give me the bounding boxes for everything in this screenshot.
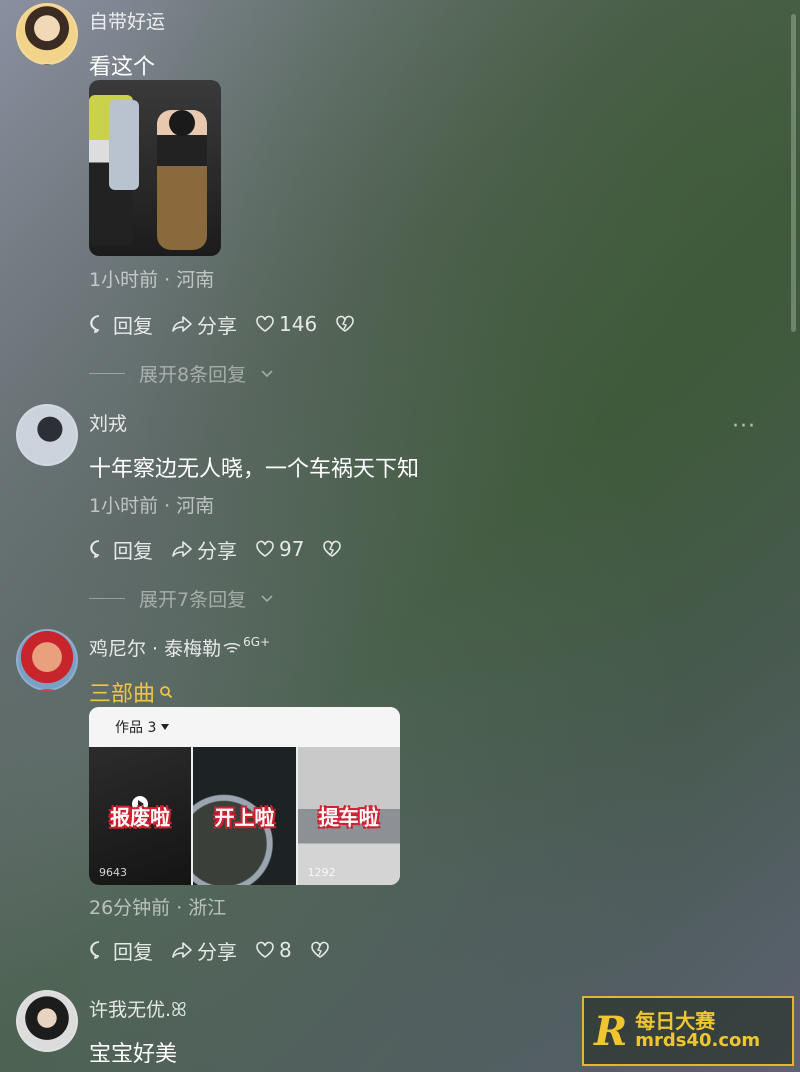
works-header: 作品 3 [89, 707, 400, 747]
like-button[interactable]: 97 [255, 537, 304, 561]
expand-replies[interactable]: 展开8条回复 [89, 360, 274, 387]
watermark-logo: R 每日大赛 mrds40.com [582, 996, 794, 1066]
avatar[interactable] [16, 404, 78, 466]
wifi-icon [223, 641, 241, 655]
chevron-down-icon [260, 594, 274, 604]
work-link[interactable]: 三部曲 [89, 676, 173, 708]
reply-button[interactable]: 回复 [89, 936, 153, 965]
like-button[interactable]: 8 [255, 938, 292, 962]
thumbnail-title: 报废啦 [110, 805, 171, 830]
work-thumbnail[interactable]: 开上啦 [193, 747, 296, 885]
action-bar: 回复 分享 146 [89, 310, 355, 338]
username[interactable]: 刘戎 [89, 409, 127, 436]
search-icon [159, 685, 173, 699]
username[interactable]: 许我无优.ꕤ [89, 995, 187, 1022]
comment-text: 看这个 [89, 55, 156, 80]
works-card[interactable]: 作品 3 报废啦 9643 开上啦 提车啦 1292 [89, 707, 400, 885]
comment-icon [89, 314, 109, 334]
broken-heart-icon [322, 539, 342, 559]
share-label: 分享 [197, 538, 237, 563]
share-icon [171, 314, 193, 334]
thumbnail-title: 提车啦 [318, 805, 379, 830]
timestamp-location: 1小时前 · 河南 [89, 495, 215, 517]
timestamp-location: 1小时前 · 河南 [89, 269, 215, 291]
broken-heart-icon [310, 940, 330, 960]
divider-line [89, 373, 125, 374]
more-options-icon[interactable]: ··· [732, 414, 756, 439]
works-label: 作品 3 [115, 720, 157, 736]
watermark-domain: mrds40.com [635, 1030, 761, 1052]
watermark-r-logo: R [594, 1007, 628, 1055]
play-count: 9643 [99, 866, 127, 879]
share-label: 分享 [197, 313, 237, 338]
username[interactable]: 自带好运 [89, 7, 165, 34]
network-badge: 6G+ [243, 634, 271, 649]
avatar[interactable] [16, 3, 78, 65]
watermark-title: 每日大赛 [635, 1009, 716, 1034]
share-button[interactable]: 分享 [171, 535, 237, 564]
share-button[interactable]: 分享 [171, 936, 237, 965]
expand-replies[interactable]: 展开7条回复 [89, 585, 274, 612]
works-thumbnails: 报废啦 9643 开上啦 提车啦 1292 [89, 747, 400, 885]
share-button[interactable]: 分享 [171, 310, 237, 339]
dislike-button[interactable] [335, 314, 355, 334]
share-label: 分享 [197, 939, 237, 964]
work-link-text: 三部曲 [89, 682, 156, 707]
expand-label: 展开8条回复 [139, 364, 247, 386]
comment-icon [89, 940, 109, 960]
expand-label: 展开7条回复 [139, 589, 247, 611]
username[interactable]: 鸡尼尔 · 泰梅勒 6G+ [89, 634, 270, 661]
thumbnail-title: 开上啦 [214, 805, 275, 830]
chevron-down-icon [260, 369, 274, 379]
heart-icon [255, 314, 275, 334]
share-icon [171, 539, 193, 559]
divider-line [89, 598, 125, 599]
reply-button[interactable]: 回复 [89, 310, 153, 339]
work-thumbnail[interactable]: 提车啦 1292 [297, 747, 400, 885]
avatar[interactable] [16, 990, 78, 1052]
like-count: 97 [279, 537, 305, 561]
reply-button[interactable]: 回复 [89, 535, 153, 564]
dislike-button[interactable] [310, 940, 330, 960]
watermark-text: 每日大赛 mrds40.com [635, 1011, 760, 1051]
work-thumbnail[interactable]: 报废啦 9643 [89, 747, 192, 885]
username-text: 鸡尼尔 · 泰梅勒 [89, 638, 222, 660]
caret-down-icon [160, 723, 170, 731]
dislike-button[interactable] [322, 539, 342, 559]
like-count: 146 [279, 312, 318, 336]
heart-icon [255, 940, 275, 960]
like-button[interactable]: 146 [255, 312, 317, 336]
action-bar: 回复 分享 97 [89, 535, 342, 563]
reply-label: 回复 [113, 313, 153, 338]
broken-heart-icon [335, 314, 355, 334]
reply-label: 回复 [113, 939, 153, 964]
reply-label: 回复 [113, 538, 153, 563]
share-icon [171, 940, 193, 960]
scrollbar[interactable] [791, 14, 796, 332]
comment-text: 宝宝好美 [89, 1042, 178, 1067]
like-count: 8 [279, 938, 292, 962]
timestamp-location: 26分钟前 · 浙江 [89, 897, 227, 919]
comment-icon [89, 539, 109, 559]
comment-text: 十年察边无人晓，一个车祸天下知 [89, 457, 420, 482]
comment-image[interactable] [89, 80, 221, 256]
heart-icon [255, 539, 275, 559]
play-count: 1292 [307, 866, 336, 879]
action-bar: 回复 分享 8 [89, 936, 330, 964]
avatar[interactable] [16, 629, 78, 691]
